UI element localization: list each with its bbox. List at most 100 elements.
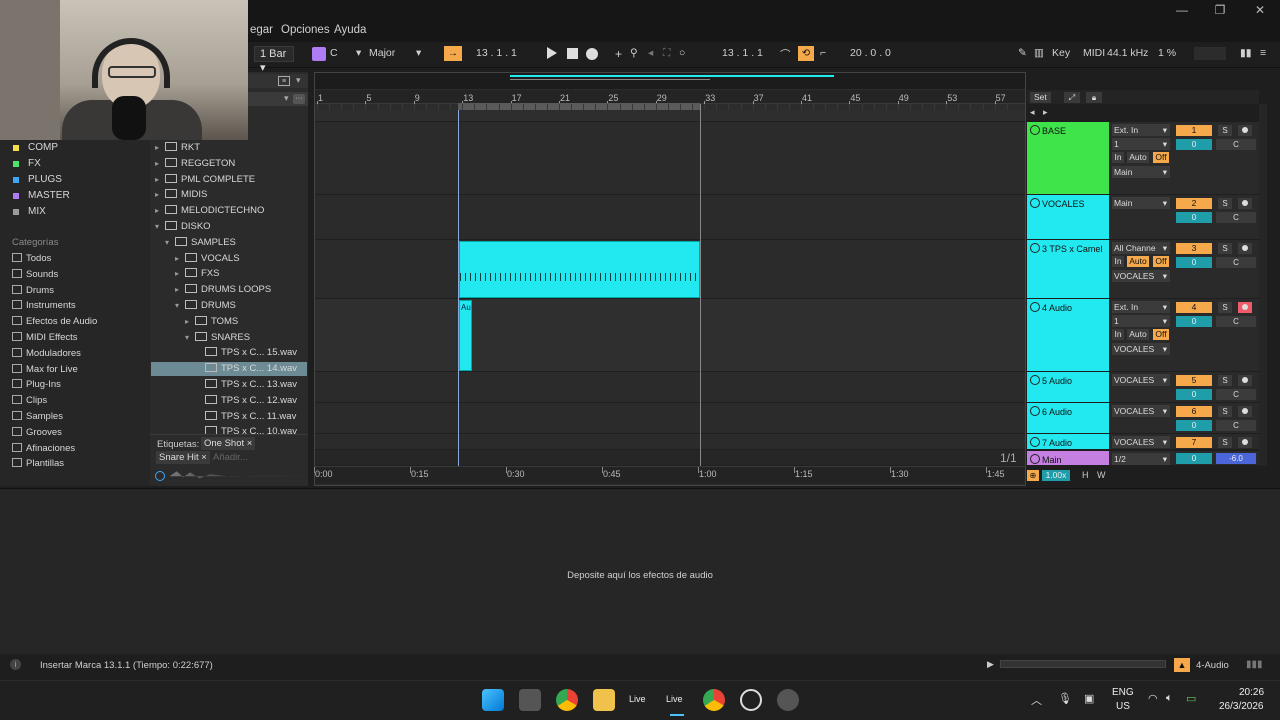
track-header[interactable]: BASE [1027,122,1109,194]
volume-field[interactable]: 0 [1176,212,1212,223]
output-select[interactable]: VOCALES ▾ [1112,436,1170,448]
loop-start[interactable]: 13 . 1 . 1 [722,47,763,59]
expand-arrow-icon[interactable]: ▸ [155,159,165,168]
restore-button[interactable]: ❐ [1200,2,1240,18]
session-record-icon[interactable]: ○ [679,47,685,59]
record-icon[interactable] [586,48,598,60]
arm-button[interactable] [1238,243,1252,254]
track-activator[interactable]: 7 [1176,437,1212,448]
volume-field[interactable]: 0 [1176,453,1212,464]
track-header[interactable]: 7 Audio [1027,434,1109,449]
lane-5[interactable] [315,372,1025,403]
play-icon[interactable] [547,47,557,59]
category-item[interactable]: Drums [12,284,54,296]
expand-arrow-icon[interactable]: ▸ [185,317,195,326]
expand-arrow-icon[interactable]: ▾ [155,222,165,231]
close-button[interactable]: ✕ [1240,2,1280,18]
master-volume-field[interactable]: -6.0 [1216,453,1256,464]
solo-button[interactable]: S [1218,302,1232,313]
add-tag-input[interactable]: Añadir... [213,452,248,463]
lane-7[interactable] [315,434,1025,450]
midi-map-button[interactable]: MIDI [1083,47,1105,59]
folder-item[interactable]: ▸ PML COMPLETE [155,173,255,185]
punch-in-icon[interactable]: ⌒ [780,47,791,62]
volume-icon[interactable]: 🔈︎ [1166,692,1173,705]
back-to-arrangement-icon[interactable]: ◂ [648,47,653,59]
track-activator[interactable]: 5 [1176,375,1212,386]
monitor-in-button[interactable]: In [1112,329,1124,340]
pan-field[interactable]: C [1216,389,1256,400]
category-item[interactable]: Efectos de Audio [12,316,97,327]
key-map-button[interactable]: Key [1052,47,1070,59]
pan-field[interactable]: C [1216,316,1256,327]
draw-mode-icon[interactable]: ✎ [1018,47,1027,59]
preview-toggle-icon[interactable] [155,471,165,481]
input-type-select[interactable]: All Channe ▾ [1112,242,1170,254]
scale-select[interactable]: Major [369,47,395,59]
monitor-auto-button[interactable]: Auto [1127,329,1149,340]
solo-button[interactable]: S [1218,375,1232,386]
loop-length[interactable]: 20 . 0 . 0 [850,47,891,59]
next-locator-icon[interactable]: ▸ [1043,107,1048,118]
solo-button[interactable]: S [1218,406,1232,417]
track-header[interactable]: 6 Audio [1027,403,1109,433]
follow-icon[interactable]: ⊕ [1027,470,1039,481]
wifi-icon[interactable]: ◠ [1148,692,1158,705]
lane-4[interactable] [315,299,1025,372]
minimize-button[interactable]: — [1162,2,1202,18]
track-fold-icon[interactable] [1030,243,1040,253]
folder-item[interactable]: ▸ REGGETON [155,157,235,169]
folder-item[interactable]: ▸ FXS [175,268,219,279]
monitor-off-button[interactable]: Off [1153,256,1169,267]
file-explorer-icon[interactable] [593,689,615,711]
solo-button[interactable]: S [1218,243,1232,254]
file-item[interactable]: TPS x C... 11.wav [195,410,296,422]
file-item[interactable]: TPS x C... 15.wav [195,347,297,358]
browser-view-arrow-icon[interactable]: ▾ [296,75,301,86]
collection-item[interactable]: PLUGS [13,174,62,185]
key-root-select[interactable]: C [330,47,338,59]
ableton-live-active-icon[interactable]: Live [666,694,683,704]
folder-item[interactable]: ▸ TOMS [185,315,238,327]
category-item[interactable]: Grooves [12,426,62,438]
quantization-select[interactable]: 1 Bar ▾ [254,46,294,74]
arm-button[interactable] [1238,302,1252,313]
input-language[interactable]: ENG [1112,687,1134,698]
track-header[interactable]: VOCALES [1027,195,1109,239]
arrangement-scrollbar[interactable] [1259,104,1267,466]
pan-field[interactable]: C [1216,420,1256,431]
volume-field[interactable]: 0 [1176,389,1212,400]
solo-button[interactable]: S [1218,437,1232,448]
expand-arrow-icon[interactable]: ▸ [155,143,165,152]
solo-button[interactable]: S [1218,125,1232,136]
follow-toggle-icon[interactable]: → [444,46,462,61]
track-fold-icon[interactable] [1030,198,1040,208]
notification-icon[interactable]: ▣ [1084,692,1094,705]
file-item[interactable]: TPS x C... 13.wav [195,379,297,390]
collection-item[interactable]: COMP [13,142,58,153]
track-fold-icon[interactable] [1030,406,1040,416]
category-item[interactable]: Instruments [12,300,76,311]
w-button[interactable]: W [1097,470,1106,480]
status-scroll[interactable] [1000,660,1166,668]
tray-overflow-icon[interactable]: ︿ [1031,692,1042,708]
track-activator[interactable]: 1 [1176,125,1212,136]
monitor-in-button[interactable]: In [1112,256,1124,267]
expand-arrow-icon[interactable]: ▸ [155,190,165,199]
folder-item[interactable]: ▸ MIDIS [155,189,207,200]
track-fold-icon[interactable] [1030,437,1040,447]
collection-item[interactable]: MASTER [13,190,70,201]
lane-6[interactable] [315,403,1025,434]
stop-icon[interactable] [567,48,578,59]
tag-chip[interactable]: Snare Hit × [156,451,210,464]
overdub-icon[interactable]: + [615,47,622,61]
lock-icon[interactable]: 🔒︎ [1086,92,1102,103]
category-item[interactable]: Plantillas [12,458,64,469]
arm-button[interactable] [1238,198,1252,209]
menu-opciones[interactable]: Opciones [281,24,330,36]
monitor-off-button[interactable]: Off [1153,329,1169,340]
punch-out-icon[interactable]: ⌐ [820,47,826,59]
track-activator[interactable]: 6 [1176,406,1212,417]
file-item[interactable]: TPS x C... 12.wav [195,394,297,406]
audio-clip[interactable]: Au [459,300,472,371]
